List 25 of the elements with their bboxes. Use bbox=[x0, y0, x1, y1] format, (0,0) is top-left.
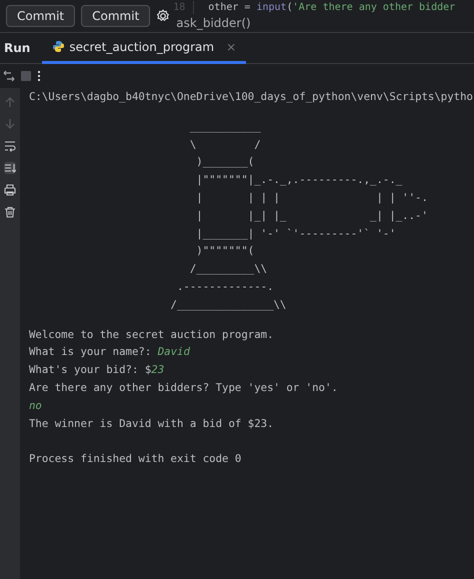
soft-wrap-icon[interactable] bbox=[4, 140, 16, 152]
run-tab[interactable]: secret_auction_program × bbox=[42, 32, 246, 64]
code-line: other = input('Are there any other bidder bbox=[208, 1, 456, 14]
python-icon bbox=[52, 40, 66, 53]
console-text: Are there any other bidders? Type 'yes' or 'no'. bbox=[29, 380, 338, 394]
console-text: What's your bid?: $ bbox=[29, 363, 152, 376]
scroll-to-end-icon[interactable] bbox=[4, 162, 16, 174]
print-icon[interactable] bbox=[4, 184, 16, 196]
panel-title: Run bbox=[3, 40, 32, 57]
command-line: C:\Users\dagbo_b40tnyc\OneDrive\100_days_of_python\venv\Scripts\pytho bbox=[29, 89, 474, 105]
entered-text: 23 bbox=[151, 363, 164, 376]
more-icon[interactable] bbox=[37, 70, 41, 82]
breadcrumb[interactable]: ask_bidder() bbox=[170, 14, 474, 32]
console-text: Welcome to the secret auction program. bbox=[29, 328, 274, 341]
entered-text: no bbox=[29, 398, 42, 412]
commit-button[interactable]: Commit bbox=[6, 5, 76, 27]
ascii-art: ___________ \ / )_______( |"""""""|_.-._,.---------.,_.-._ | | | | | | ''-. | |_| |_ _| |_..-' |_______| '-' `'---------'` '-' )"""""""( /_________\\ .-------------. /_______________\\ bbox=[170, 118, 429, 313]
console-text: Process finished with exit code 0 bbox=[29, 452, 242, 466]
settings-icon[interactable] bbox=[156, 9, 170, 23]
console-text: The winner is David with a bid of $23. bbox=[29, 416, 274, 430]
commit-button[interactable]: Commit bbox=[81, 5, 150, 27]
console-text: What is your name?: bbox=[29, 345, 152, 358]
entered-text: David bbox=[158, 345, 190, 358]
rerun-icon[interactable] bbox=[3, 70, 15, 82]
trash-icon[interactable] bbox=[4, 206, 16, 218]
